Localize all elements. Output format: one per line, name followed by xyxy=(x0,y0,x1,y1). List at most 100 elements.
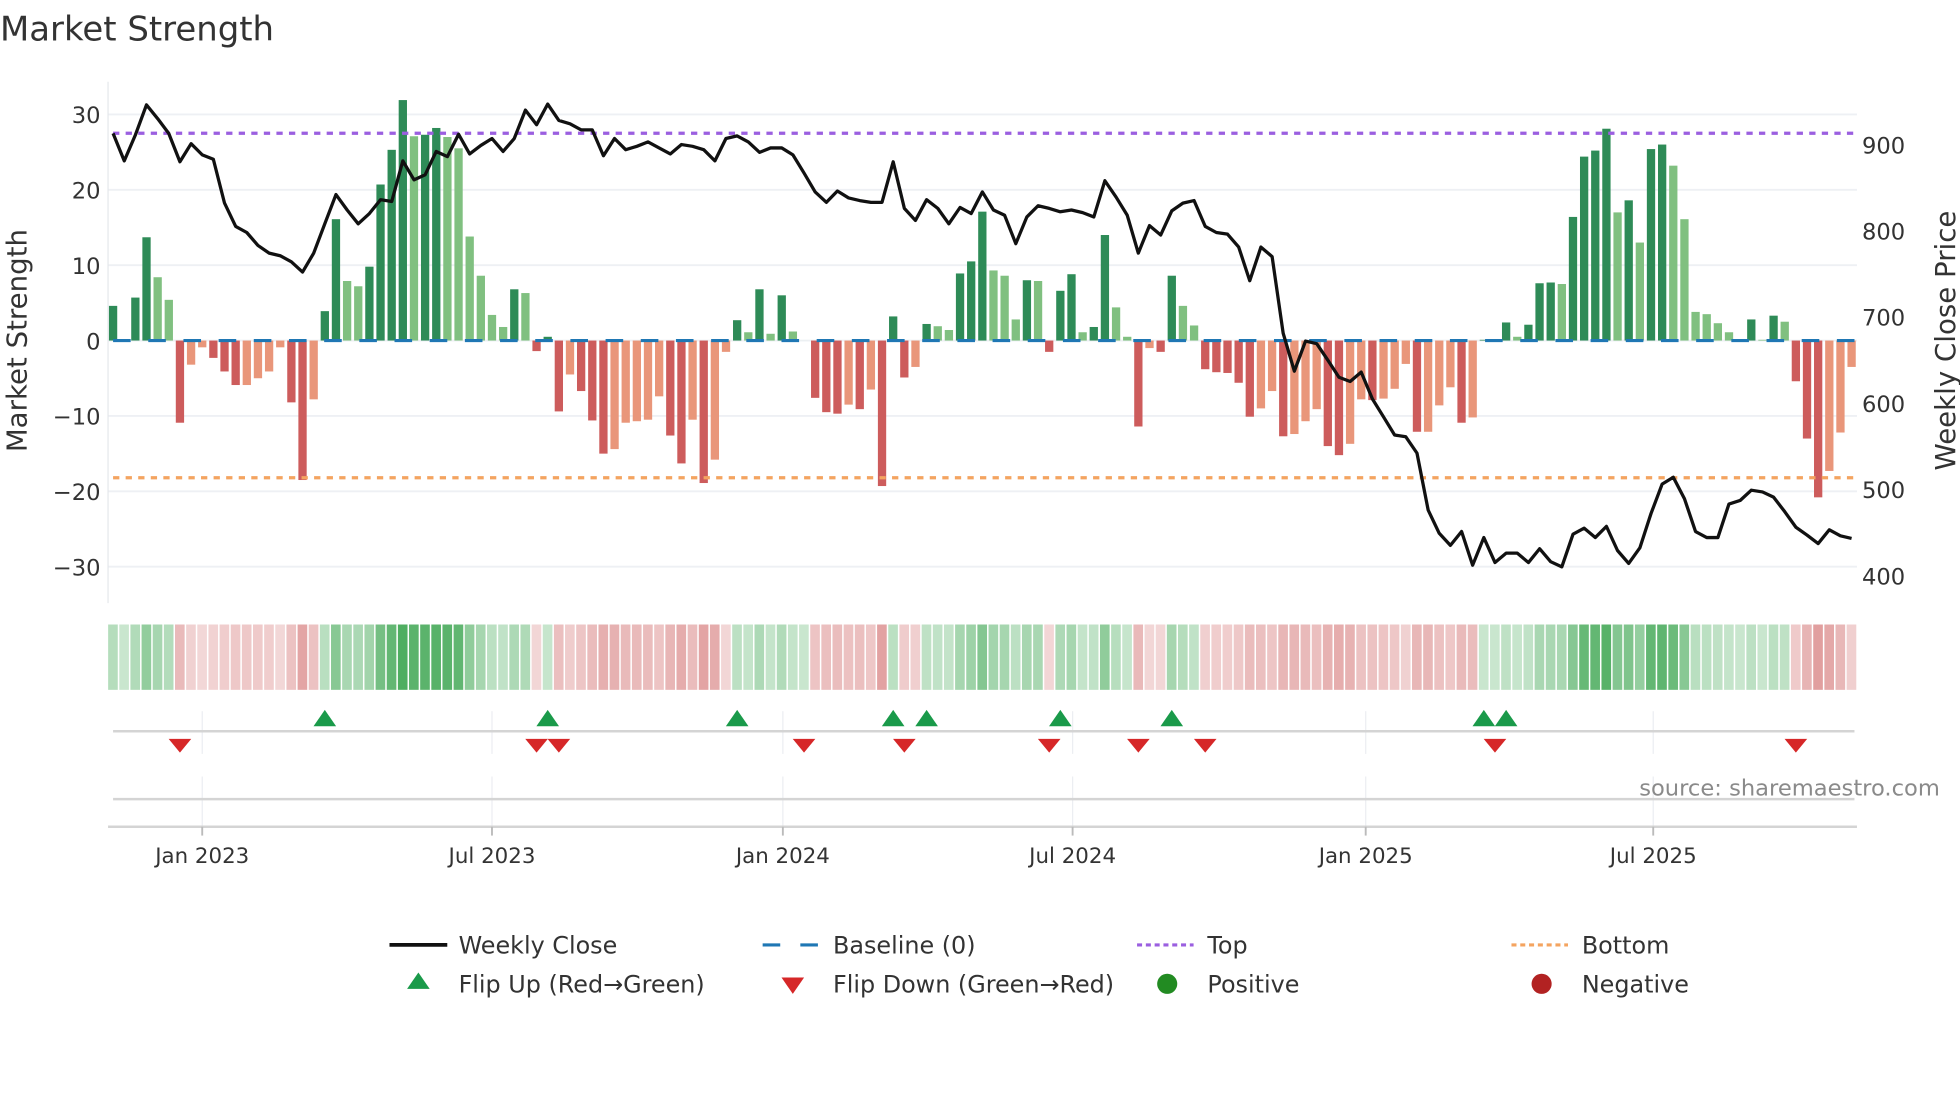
legend-label: Negative xyxy=(1582,971,1689,999)
strength-bar xyxy=(599,340,608,454)
flip-up-marker xyxy=(1049,709,1072,727)
strength-bar xyxy=(1334,340,1344,456)
heat-cell xyxy=(888,624,898,690)
strength-bar xyxy=(1357,340,1366,400)
strength-bar xyxy=(108,305,118,341)
heat-cell xyxy=(553,624,564,690)
strength-bar xyxy=(1312,340,1321,410)
strength-bar xyxy=(877,340,887,487)
legend-item-top[interactable]: Top xyxy=(1137,932,1248,960)
heat-cell xyxy=(487,624,497,690)
legend-item-flip-up[interactable]: Flip Up (Red→Green) xyxy=(407,971,705,999)
strength-bar xyxy=(1245,340,1254,417)
heat-cell xyxy=(509,624,519,690)
legend-label: Bottom xyxy=(1582,932,1670,960)
heat-cell xyxy=(208,624,219,690)
strength-bar xyxy=(1423,340,1433,432)
circle-red-icon xyxy=(1531,973,1552,994)
heat-cell xyxy=(943,624,954,690)
strength-bar xyxy=(1000,275,1009,341)
flip-up-marker xyxy=(881,709,905,727)
heat-cell xyxy=(1634,624,1645,690)
strength-bar xyxy=(1468,340,1477,418)
heat-cell xyxy=(453,624,464,690)
flip-down-marker xyxy=(1784,738,1808,753)
x-tick-label: Jul 2024 xyxy=(1027,844,1116,869)
heat-cell xyxy=(1478,624,1489,690)
heat-cell xyxy=(375,624,386,690)
circle-green-icon xyxy=(1157,973,1178,994)
heat-cell xyxy=(1155,624,1166,690)
heat-cell xyxy=(676,624,687,690)
strength-bar xyxy=(521,293,530,341)
flip-down-marker xyxy=(1483,738,1507,753)
heat-cell xyxy=(1088,624,1099,690)
legend-label: Baseline (0) xyxy=(833,932,976,960)
strength-bar xyxy=(298,340,307,481)
legend-label: Top xyxy=(1206,932,1247,960)
strength-bar xyxy=(944,329,954,341)
flip-down-marker xyxy=(1127,738,1150,753)
heat-cell xyxy=(1099,624,1110,690)
heat-cell xyxy=(1623,624,1634,690)
strength-bar xyxy=(688,340,697,420)
strength-bar xyxy=(576,340,586,392)
strength-bar xyxy=(643,340,653,420)
heat-cell xyxy=(1077,624,1088,690)
heat-cell xyxy=(1690,624,1701,690)
heat-cell xyxy=(1556,624,1567,690)
strength-bar xyxy=(309,340,318,400)
heat-cell xyxy=(163,624,174,690)
strength-bar xyxy=(833,340,842,414)
heat-cell xyxy=(631,624,642,690)
heat-cell xyxy=(1044,624,1054,690)
strength-bar xyxy=(1713,323,1723,341)
strength-bar xyxy=(1212,340,1221,373)
heat-cell xyxy=(576,624,586,690)
heat-cell xyxy=(665,624,675,690)
strength-bar xyxy=(1178,305,1188,341)
legend-item-negative[interactable]: Negative xyxy=(1531,971,1689,999)
heat-cell xyxy=(1712,624,1723,690)
heat-cell xyxy=(598,624,609,690)
legend-item-positive[interactable]: Positive xyxy=(1157,971,1299,999)
heat-cell xyxy=(1111,624,1121,690)
heat-cell xyxy=(531,624,542,690)
heat-cell xyxy=(1746,624,1756,690)
strength-bar xyxy=(242,340,251,386)
heat-cell xyxy=(275,624,285,690)
y2-tick-label: 400 xyxy=(1862,564,1905,590)
legend-item-bottom[interactable]: Bottom xyxy=(1511,932,1669,960)
strength-bar xyxy=(510,289,519,341)
legend-item-flip-down[interactable]: Flip Down (Green→Red) xyxy=(781,971,1114,999)
heat-cell xyxy=(1233,624,1244,690)
legend-item-baseline[interactable]: Baseline (0) xyxy=(762,932,976,960)
heat-cell xyxy=(1211,624,1222,690)
strength-bar xyxy=(231,340,240,386)
strength-bar xyxy=(331,219,341,341)
strength-bar xyxy=(632,340,642,422)
source-text: source: sharemaestro.com xyxy=(1639,775,1940,801)
strength-bar xyxy=(889,316,898,341)
strength-bar xyxy=(1435,340,1444,406)
heat-cell xyxy=(1378,624,1389,690)
x-tick-label: Jan 2025 xyxy=(1317,844,1413,869)
strength-bar xyxy=(565,340,575,375)
strength-bar xyxy=(1379,340,1388,399)
strength-bar xyxy=(1513,336,1522,341)
strength-bar xyxy=(554,340,563,412)
heat-cell xyxy=(709,624,720,690)
strength-bar xyxy=(933,326,942,341)
legend-item-weekly-close[interactable]: Weekly Close xyxy=(389,932,617,960)
heat-cell xyxy=(721,624,731,690)
heat-cell xyxy=(420,624,430,690)
y2-tick-label: 700 xyxy=(1862,306,1905,332)
strength-bar xyxy=(844,340,853,405)
heat-cell xyxy=(1467,624,1478,690)
strength-bar xyxy=(967,261,976,341)
legend-label: Weekly Close xyxy=(459,932,618,960)
flip-down-marker xyxy=(893,738,916,753)
heat-cell xyxy=(1724,624,1734,690)
heat-cell xyxy=(1389,624,1400,690)
strength-bar xyxy=(1100,235,1110,341)
